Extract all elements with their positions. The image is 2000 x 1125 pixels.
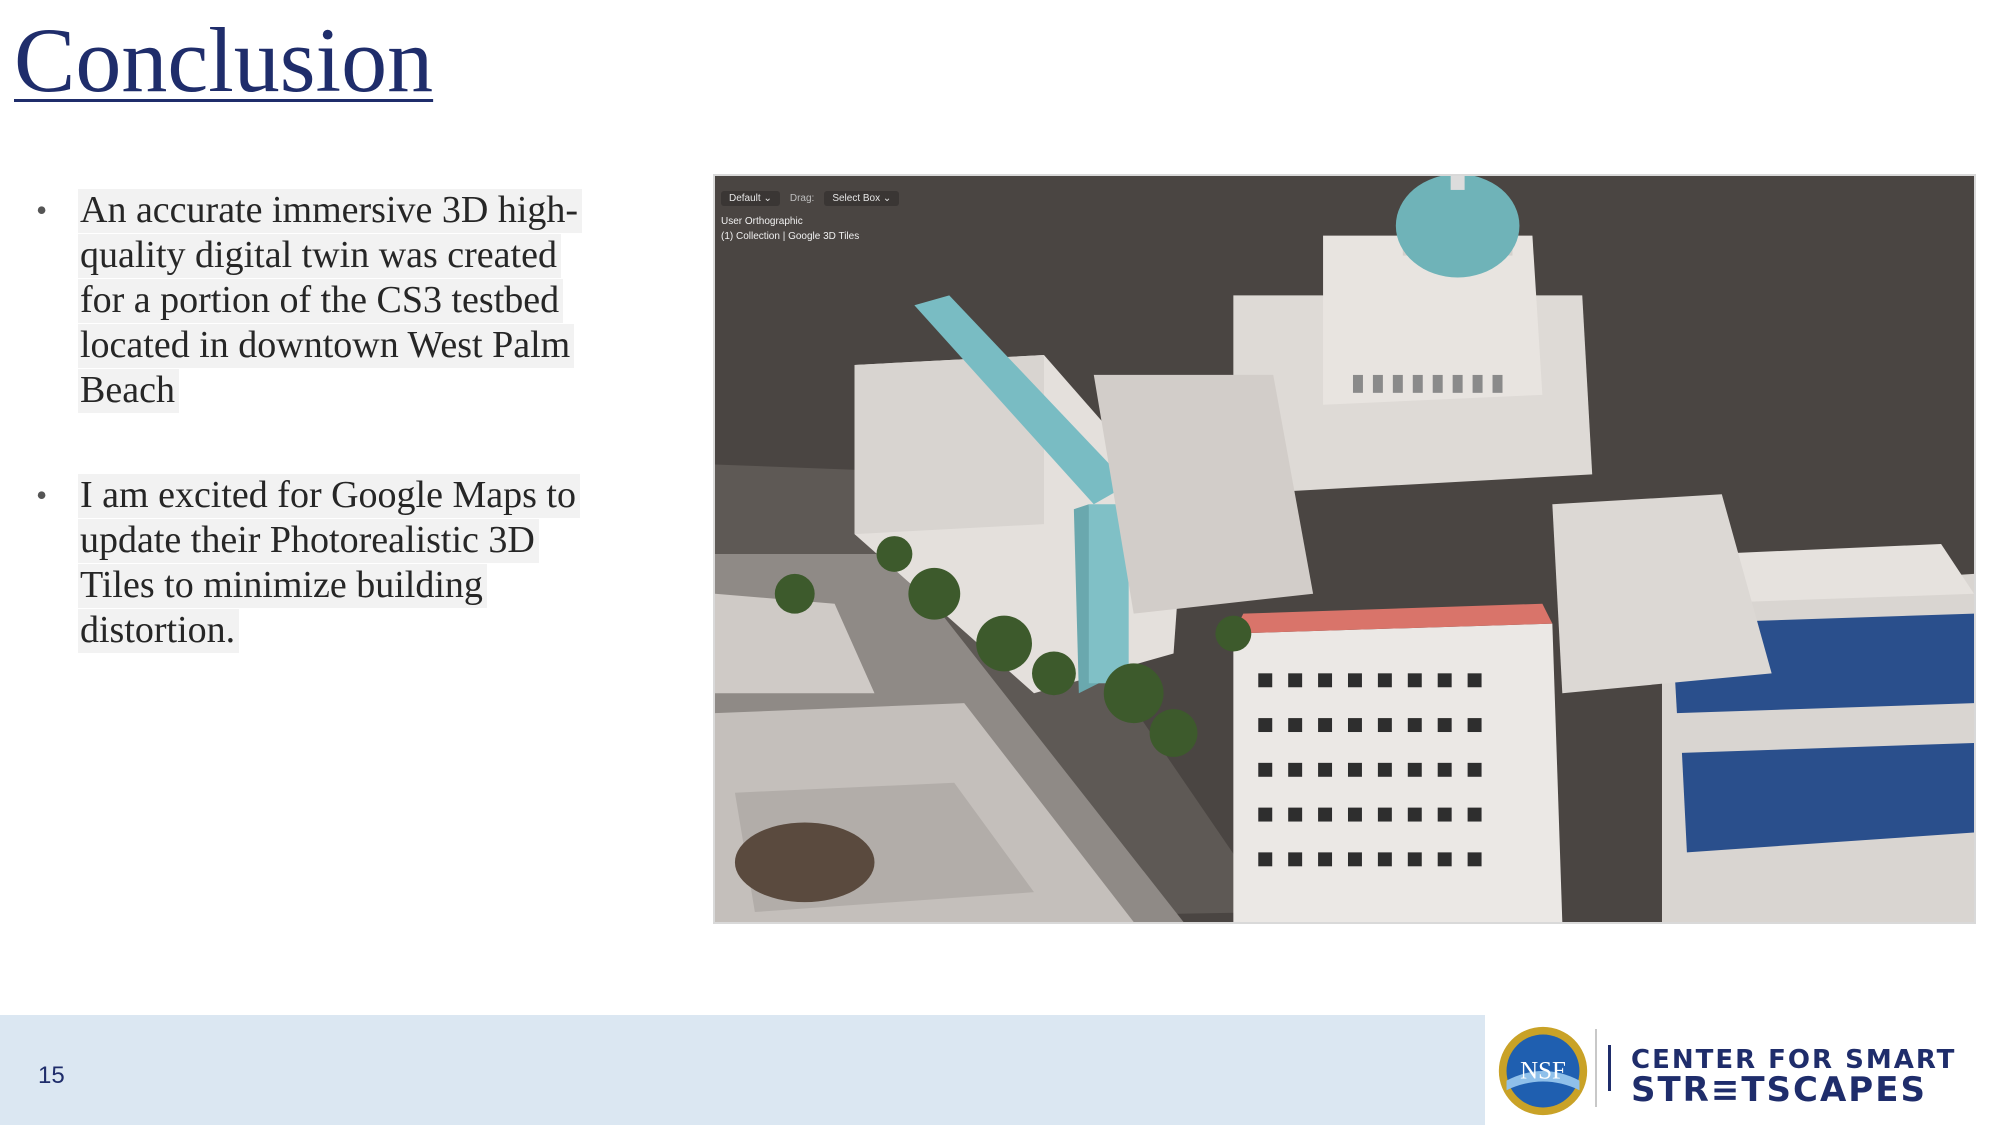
bullet-text: An accurate immersive 3D high-quality di… (78, 189, 583, 413)
bullet-text: I am excited for Google Maps to update t… (78, 474, 580, 653)
drag-label: Drag: (789, 192, 815, 204)
bullet-icon: • (36, 477, 48, 513)
collection-name: (1) Collection | Google 3D Tiles (721, 231, 860, 242)
logo-divider (1608, 1045, 1611, 1091)
chevron-down-icon: ⌄ (763, 192, 772, 204)
view-mode-dropdown[interactable]: Default ⌄ (721, 190, 780, 206)
view-mode-value: Default (729, 192, 761, 204)
viewport-overlay-text: User Orthographic (1) Collection | Googl… (721, 214, 859, 244)
view-name: User Orthographic (721, 216, 803, 227)
bullet-list: • An accurate immersive 3D high-quality … (36, 188, 596, 653)
drag-mode-value: Select Box (832, 192, 881, 204)
slide-title: Conclusion (14, 9, 434, 111)
nsf-logo-text: NSF (1520, 1058, 1566, 1085)
3d-viewport-screenshot: Default ⌄ Drag: Select Box ⌄ User Orthog… (713, 174, 1976, 924)
logo-separator (1595, 1029, 1597, 1107)
chevron-down-icon: ⌄ (882, 192, 892, 204)
drag-mode-dropdown[interactable]: Select Box ⌄ (824, 190, 900, 206)
logo-line2: STR≡TSCAPES (1631, 1070, 1927, 1110)
city-3d-scene (715, 176, 1974, 922)
bullet-icon: • (36, 192, 48, 228)
logo-area: NSF CENTER FOR SMART STR≡TSCAPES (1485, 1015, 2000, 1125)
bullet-item: • I am excited for Google Maps to update… (36, 473, 596, 653)
nsf-logo-icon: NSF (1498, 1026, 1588, 1116)
viewport-toolbar: Default ⌄ Drag: Select Box ⌄ (721, 188, 900, 208)
slide-footer: 15 NSF CENTER FOR SMART STR≡TSCAPES (0, 1015, 2000, 1125)
bullet-item: • An accurate immersive 3D high-quality … (36, 188, 596, 413)
page-number: 15 (38, 1062, 65, 1089)
